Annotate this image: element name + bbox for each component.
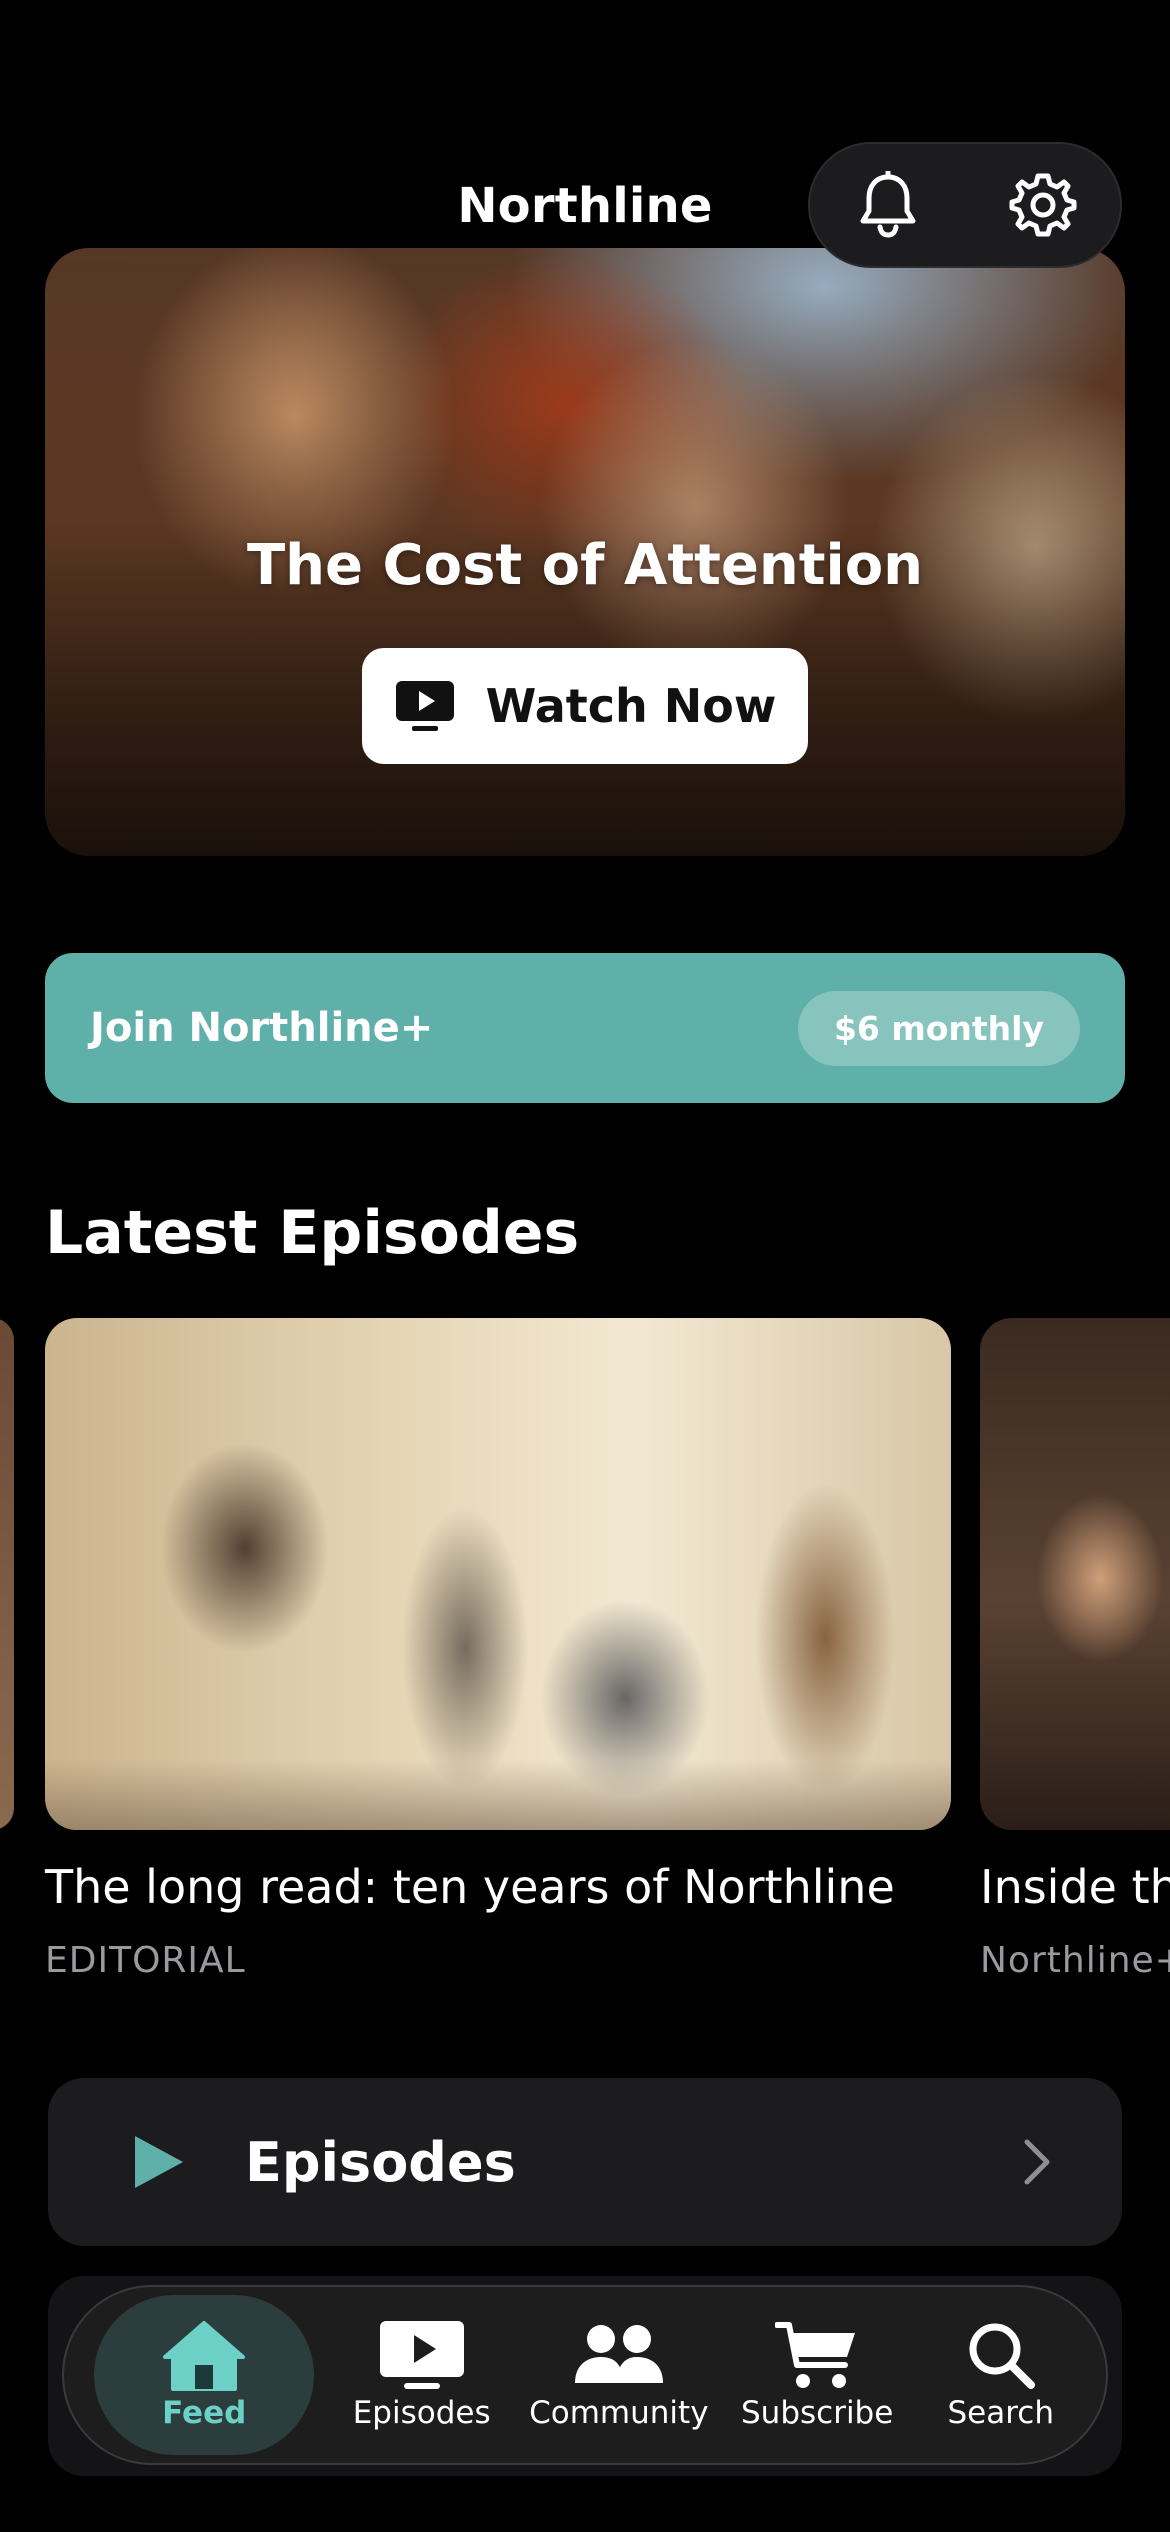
hero-title: The Cost of Attention <box>246 533 924 598</box>
latest-episodes-heading: Latest Episodes <box>45 1198 580 1268</box>
people-icon <box>574 2325 663 2383</box>
tab-subscribe[interactable]: Subscribe <box>741 2295 893 2455</box>
episode-card-next-title[interactable]: Inside th <box>980 1860 1170 1914</box>
settings-button[interactable] <box>998 160 1088 250</box>
tv-play-icon <box>395 681 454 731</box>
tab-label: Episodes <box>352 2395 491 2431</box>
tab-label: Feed <box>162 2395 247 2431</box>
episodes-carousel[interactable]: The long read: ten years of Northline ED… <box>0 1318 1170 1998</box>
hero-banner[interactable]: The Cost of Attention Watch Now <box>45 248 1125 856</box>
search-icon <box>969 2323 1035 2389</box>
bell-icon <box>860 171 915 238</box>
top-actions <box>808 142 1122 268</box>
episode-card-next-image[interactable] <box>980 1318 1170 1830</box>
episode-card-image[interactable] <box>45 1318 951 1830</box>
price-badge[interactable]: $6 monthly <box>797 990 1080 1066</box>
tab-search[interactable]: Search <box>926 2295 1076 2455</box>
cart-icon <box>775 2322 856 2388</box>
episode-card-previous[interactable] <box>0 1318 14 1830</box>
tab-label: Search <box>947 2395 1055 2431</box>
tab-community[interactable]: Community <box>529 2295 709 2455</box>
episode-card-title[interactable]: The long read: ten years of Northline <box>45 1860 895 1914</box>
watch-now-label: Watch Now <box>485 679 777 733</box>
tab-label: Subscribe <box>741 2395 894 2431</box>
episode-card-tag: EDITORIAL <box>45 1940 246 1981</box>
tab-feed[interactable]: Feed <box>94 2295 315 2455</box>
episode-card-next-tag: Northline+ <box>980 1940 1170 1981</box>
episodes-row-label: Episodes <box>245 2130 516 2194</box>
play-screen-icon <box>379 2321 464 2389</box>
gear-icon <box>1009 173 1076 237</box>
notifications-button[interactable] <box>843 160 933 250</box>
tab-bar: Feed Episodes Community Subscribe Search <box>62 2285 1108 2465</box>
home-icon <box>163 2321 246 2391</box>
episodes-row[interactable]: Episodes <box>48 2078 1122 2246</box>
play-icon <box>135 2136 183 2188</box>
tab-label: Community <box>529 2395 709 2431</box>
tab-episodes[interactable]: Episodes <box>347 2295 497 2455</box>
chevron-right-icon <box>1024 2139 1050 2185</box>
join-label: Join Northline+ <box>90 1005 434 1051</box>
join-plus-banner[interactable]: Join Northline+ $6 monthly <box>45 953 1125 1103</box>
watch-now-button[interactable]: Watch Now <box>362 648 808 764</box>
